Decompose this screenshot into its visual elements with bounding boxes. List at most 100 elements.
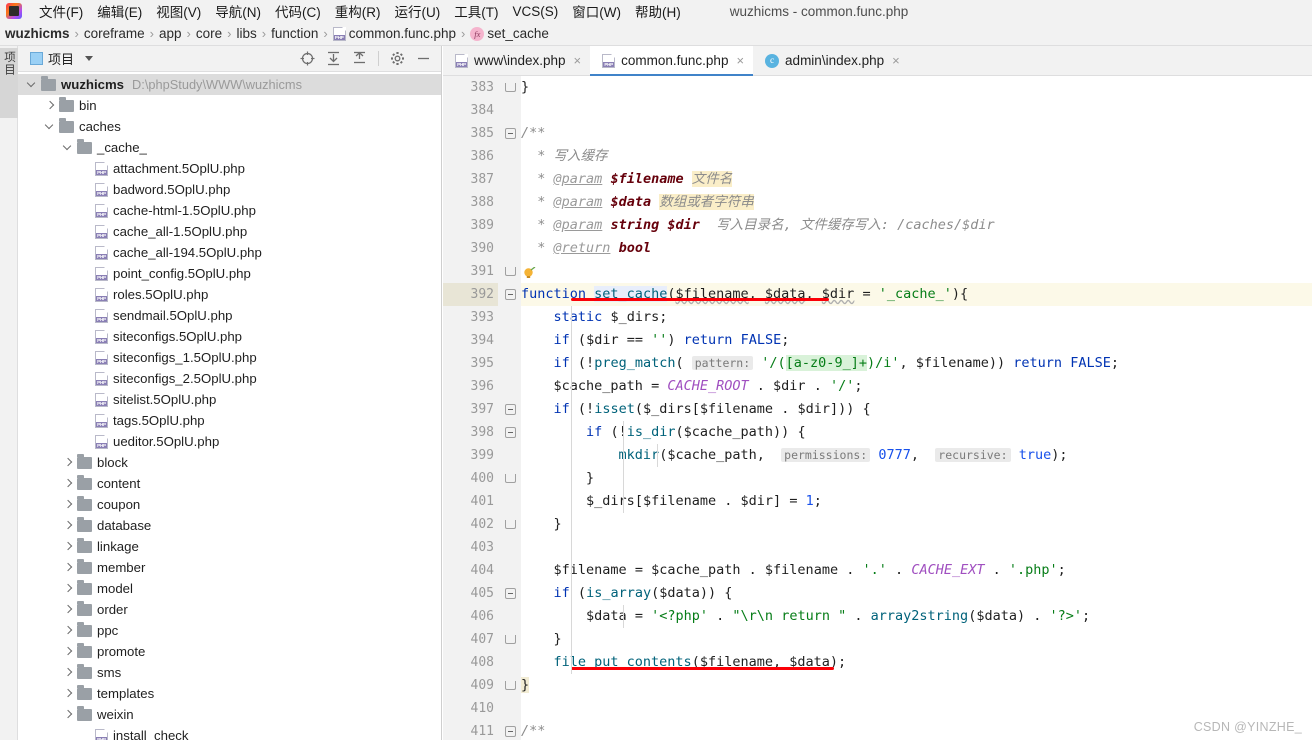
tree-folder-item[interactable]: linkage: [18, 536, 441, 557]
chevron-right-icon[interactable]: [62, 645, 75, 658]
code-line[interactable]: 394 if ($dir == '') return FALSE;: [443, 329, 1312, 352]
breadcrumb-item-project[interactable]: wuzhicms: [5, 26, 70, 41]
tree-folder-item[interactable]: block: [18, 452, 441, 473]
tree-file-item[interactable]: siteconfigs_2.5OplU.php: [18, 368, 441, 389]
chevron-right-icon[interactable]: [62, 540, 75, 553]
code-line[interactable]: 388 * @param $data 数组或者字符串: [443, 191, 1312, 214]
intention-bulb-icon[interactable]: [523, 265, 536, 278]
locate-in-tree-icon[interactable]: [300, 51, 315, 66]
menu-run[interactable]: 运行(U): [388, 0, 448, 23]
fold-region-end-icon[interactable]: [505, 520, 516, 529]
chevron-down-icon[interactable]: [26, 78, 39, 91]
tree-folder-item[interactable]: model: [18, 578, 441, 599]
code-line[interactable]: 407 }: [443, 628, 1312, 651]
tab-www-index-php[interactable]: www\index.php ×: [443, 46, 590, 75]
tree-file-item[interactable]: tags.5OplU.php: [18, 410, 441, 431]
tree-file-item[interactable]: sitelist.5OplU.php: [18, 389, 441, 410]
chevron-right-icon[interactable]: [62, 687, 75, 700]
fold-region-end-icon[interactable]: [505, 267, 516, 276]
tree-folder-item[interactable]: coupon: [18, 494, 441, 515]
hide-panel-icon[interactable]: [416, 51, 431, 66]
code-line[interactable]: 408 file_put_contents($filename, $data);: [443, 651, 1312, 674]
code-line[interactable]: 391: [443, 260, 1312, 283]
code-content[interactable]: 383} 384 385/** 386 * 写入缓存 387 * @param $fil…: [443, 76, 1312, 740]
breadcrumb-item-file[interactable]: common.func.php: [332, 26, 456, 41]
fold-collapse-icon[interactable]: [505, 404, 516, 415]
tree-file-item[interactable]: siteconfigs_1.5OplU.php: [18, 347, 441, 368]
chevron-right-icon[interactable]: [62, 477, 75, 490]
tree-folder-item[interactable]: sms: [18, 662, 441, 683]
breadcrumb-item-libs[interactable]: libs: [236, 26, 256, 41]
breadcrumb-item-core[interactable]: core: [196, 26, 222, 41]
close-icon[interactable]: ×: [574, 53, 582, 68]
expand-all-icon[interactable]: [326, 51, 341, 66]
chevron-right-icon[interactable]: [62, 519, 75, 532]
code-line[interactable]: 400 }: [443, 467, 1312, 490]
tree-file-item[interactable]: attachment.5OplU.php: [18, 158, 441, 179]
menu-refactor[interactable]: 重构(R): [328, 0, 388, 23]
tree-folder-item[interactable]: content: [18, 473, 441, 494]
code-line[interactable]: 409}: [443, 674, 1312, 697]
tab-admin-index-php[interactable]: c admin\index.php ×: [753, 46, 909, 75]
chevron-right-icon[interactable]: [62, 624, 75, 637]
close-icon[interactable]: ×: [892, 53, 900, 68]
tree-folder-item[interactable]: caches: [18, 116, 441, 137]
tree-folder-item[interactable]: database: [18, 515, 441, 536]
menu-tools[interactable]: 工具(T): [447, 0, 505, 23]
tree-file-item[interactable]: cache_all-1.5OplU.php: [18, 221, 441, 242]
code-line[interactable]: 404 $filename = $cache_path . $filename …: [443, 559, 1312, 582]
code-editor[interactable]: 383} 384 385/** 386 * 写入缓存 387 * @param $fil…: [443, 76, 1312, 740]
chevron-right-icon[interactable]: [62, 456, 75, 469]
tree-folder-item[interactable]: wuzhicms D:\phpStudy\WWW\wuzhicms: [18, 74, 441, 95]
menu-view[interactable]: 视图(V): [149, 0, 208, 23]
code-line[interactable]: 403: [443, 536, 1312, 559]
fold-collapse-icon[interactable]: [505, 128, 516, 139]
fold-collapse-icon[interactable]: [505, 427, 516, 438]
code-line[interactable]: 392 function set_cache($filename, $data, …: [443, 283, 1312, 306]
breadcrumb-item-app[interactable]: app: [159, 26, 182, 41]
tree-file-item[interactable]: sendmail.5OplU.php: [18, 305, 441, 326]
code-line[interactable]: 387 * @param $filename 文件名: [443, 168, 1312, 191]
tree-folder-item[interactable]: bin: [18, 95, 441, 116]
chevron-right-icon[interactable]: [62, 561, 75, 574]
tree-folder-item[interactable]: weixin: [18, 704, 441, 725]
chevron-right-icon[interactable]: [62, 666, 75, 679]
project-panel-title-group[interactable]: 项目: [30, 49, 94, 68]
tree-folder-item[interactable]: member: [18, 557, 441, 578]
tree-file-item[interactable]: ueditor.5OplU.php: [18, 431, 441, 452]
breadcrumb-item-coreframe[interactable]: coreframe: [84, 26, 145, 41]
code-line[interactable]: 406 $data = '<?php' . "\r\n return " . a…: [443, 605, 1312, 628]
fold-region-end-icon[interactable]: [505, 635, 516, 644]
code-line[interactable]: 390 * @return bool: [443, 237, 1312, 260]
tree-folder-item[interactable]: templates: [18, 683, 441, 704]
fold-collapse-icon[interactable]: [505, 588, 516, 599]
code-line[interactable]: 386 * 写入缓存: [443, 145, 1312, 168]
chevron-right-icon[interactable]: [62, 708, 75, 721]
menu-vcs[interactable]: VCS(S): [506, 2, 566, 21]
code-line[interactable]: 399 mkdir($cache_path, permissions: 0777…: [443, 444, 1312, 467]
code-line[interactable]: 397 if (!isset($_dirs[$filename . $dir])…: [443, 398, 1312, 421]
close-icon[interactable]: ×: [736, 53, 744, 68]
code-line[interactable]: 398 if (!is_dir($cache_path)) {: [443, 421, 1312, 444]
tree-file-item[interactable]: badword.5OplU.php: [18, 179, 441, 200]
code-line[interactable]: 410: [443, 697, 1312, 720]
code-line[interactable]: 383}: [443, 76, 1312, 99]
code-line[interactable]: 411 /**: [443, 720, 1312, 740]
code-line[interactable]: 395 if (!preg_match( pattern: '/([a-z0-9…: [443, 352, 1312, 375]
breadcrumb-item-function[interactable]: function: [271, 26, 318, 41]
code-line[interactable]: 393 static $_dirs;: [443, 306, 1312, 329]
tree-file-item[interactable]: cache_all-194.5OplU.php: [18, 242, 441, 263]
fold-region-end-icon[interactable]: [505, 83, 516, 92]
code-line[interactable]: 401 $_dirs[$filename . $dir] = 1;: [443, 490, 1312, 513]
menu-file[interactable]: 文件(F): [32, 0, 90, 23]
menu-code[interactable]: 代码(C): [268, 0, 328, 23]
tab-common-func-php[interactable]: common.func.php ×: [590, 46, 754, 76]
chevron-down-icon[interactable]: [44, 120, 57, 133]
code-line[interactable]: 384: [443, 99, 1312, 122]
breadcrumb-item-symbol[interactable]: fx set_cache: [470, 26, 549, 41]
chevron-right-icon[interactable]: [62, 498, 75, 511]
chevron-right-icon[interactable]: [62, 603, 75, 616]
project-file-tree[interactable]: wuzhicms D:\phpStudy\WWW\wuzhicms bin cache…: [18, 72, 441, 740]
tree-file-item[interactable]: cache-html-1.5OplU.php: [18, 200, 441, 221]
tree-file-item[interactable]: point_config.5OplU.php: [18, 263, 441, 284]
